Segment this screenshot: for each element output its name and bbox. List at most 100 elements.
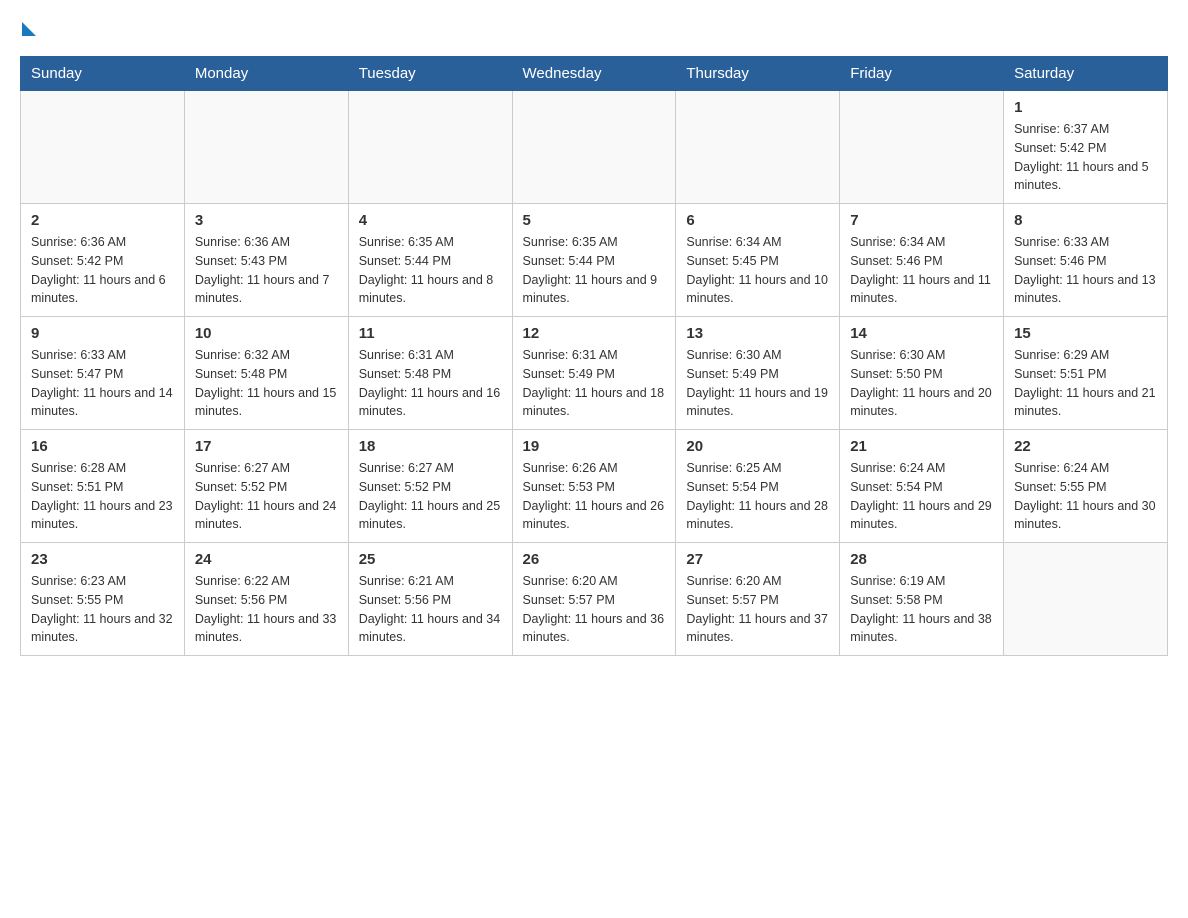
calendar-cell: 27 Sunrise: 6:20 AM Sunset: 5:57 PM Dayli… <box>676 543 840 656</box>
calendar-cell <box>184 91 348 204</box>
calendar-cell: 6 Sunrise: 6:34 AM Sunset: 5:45 PM Daylig… <box>676 204 840 317</box>
day-info: Sunrise: 6:22 AM Sunset: 5:56 PM Dayligh… <box>195 572 338 647</box>
calendar-cell: 1Sunrise: 6:37 AM Sunset: 5:42 PM Daylig… <box>1004 91 1168 204</box>
day-info: Sunrise: 6:31 AM Sunset: 5:49 PM Dayligh… <box>523 346 666 421</box>
calendar-cell: 15Sunrise: 6:29 AM Sunset: 5:51 PM Dayli… <box>1004 317 1168 430</box>
day-number: 28 <box>850 551 993 568</box>
day-number: 4 <box>359 212 502 229</box>
day-info: Sunrise: 6:35 AM Sunset: 5:44 PM Dayligh… <box>523 233 666 308</box>
day-info: Sunrise: 6:34 AM Sunset: 5:45 PM Dayligh… <box>686 233 829 308</box>
day-info: Sunrise: 6:30 AM Sunset: 5:50 PM Dayligh… <box>850 346 993 421</box>
calendar-cell: 8Sunrise: 6:33 AM Sunset: 5:46 PM Daylig… <box>1004 204 1168 317</box>
calendar-cell: 23 Sunrise: 6:23 AM Sunset: 5:55 PM Dayli… <box>21 543 185 656</box>
week-row-2: 2 Sunrise: 6:36 AM Sunset: 5:42 PM Daylig… <box>21 204 1168 317</box>
calendar-cell: 9Sunrise: 6:33 AM Sunset: 5:47 PM Daylig… <box>21 317 185 430</box>
weekday-header-wednesday: Wednesday <box>512 57 676 91</box>
weekday-header-thursday: Thursday <box>676 57 840 91</box>
calendar-cell: 17 Sunrise: 6:27 AM Sunset: 5:52 PM Dayli… <box>184 430 348 543</box>
calendar-cell <box>512 91 676 204</box>
day-number: 27 <box>686 551 829 568</box>
calendar-cell <box>1004 543 1168 656</box>
page-header <box>20 20 1168 46</box>
day-number: 2 <box>31 212 174 229</box>
day-number: 10 <box>195 325 338 342</box>
weekday-header-tuesday: Tuesday <box>348 57 512 91</box>
calendar-cell: 20 Sunrise: 6:25 AM Sunset: 5:54 PM Dayli… <box>676 430 840 543</box>
day-number: 1 <box>1014 99 1157 116</box>
day-info: Sunrise: 6:28 AM Sunset: 5:51 PM Dayligh… <box>31 459 174 534</box>
day-number: 22 <box>1014 438 1157 455</box>
day-info: Sunrise: 6:26 AM Sunset: 5:53 PM Dayligh… <box>523 459 666 534</box>
week-row-4: 16 Sunrise: 6:28 AM Sunset: 5:51 PM Dayli… <box>21 430 1168 543</box>
calendar-cell <box>21 91 185 204</box>
day-info: Sunrise: 6:20 AM Sunset: 5:57 PM Dayligh… <box>523 572 666 647</box>
day-number: 8 <box>1014 212 1157 229</box>
calendar-cell: 10 Sunrise: 6:32 AM Sunset: 5:48 PM Dayli… <box>184 317 348 430</box>
day-number: 6 <box>686 212 829 229</box>
calendar-cell: 2 Sunrise: 6:36 AM Sunset: 5:42 PM Daylig… <box>21 204 185 317</box>
day-number: 24 <box>195 551 338 568</box>
calendar-cell: 14 Sunrise: 6:30 AM Sunset: 5:50 PM Dayli… <box>840 317 1004 430</box>
calendar-cell: 7 Sunrise: 6:34 AM Sunset: 5:46 PM Daylig… <box>840 204 1004 317</box>
logo <box>20 20 36 46</box>
weekday-header-saturday: Saturday <box>1004 57 1168 91</box>
calendar-cell: 24 Sunrise: 6:22 AM Sunset: 5:56 PM Dayli… <box>184 543 348 656</box>
calendar-cell: 5Sunrise: 6:35 AM Sunset: 5:44 PM Daylig… <box>512 204 676 317</box>
calendar-cell <box>676 91 840 204</box>
calendar-header-row: SundayMondayTuesdayWednesdayThursdayFrid… <box>21 57 1168 91</box>
day-info: Sunrise: 6:30 AM Sunset: 5:49 PM Dayligh… <box>686 346 829 421</box>
day-info: Sunrise: 6:20 AM Sunset: 5:57 PM Dayligh… <box>686 572 829 647</box>
logo-general-text <box>20 20 36 46</box>
week-row-5: 23 Sunrise: 6:23 AM Sunset: 5:55 PM Dayli… <box>21 543 1168 656</box>
week-row-3: 9Sunrise: 6:33 AM Sunset: 5:47 PM Daylig… <box>21 317 1168 430</box>
day-info: Sunrise: 6:36 AM Sunset: 5:43 PM Dayligh… <box>195 233 338 308</box>
day-info: Sunrise: 6:25 AM Sunset: 5:54 PM Dayligh… <box>686 459 829 534</box>
day-info: Sunrise: 6:34 AM Sunset: 5:46 PM Dayligh… <box>850 233 993 308</box>
weekday-header-friday: Friday <box>840 57 1004 91</box>
calendar-cell: 25 Sunrise: 6:21 AM Sunset: 5:56 PM Dayli… <box>348 543 512 656</box>
day-info: Sunrise: 6:19 AM Sunset: 5:58 PM Dayligh… <box>850 572 993 647</box>
day-number: 3 <box>195 212 338 229</box>
day-number: 25 <box>359 551 502 568</box>
calendar-cell: 4 Sunrise: 6:35 AM Sunset: 5:44 PM Daylig… <box>348 204 512 317</box>
day-number: 16 <box>31 438 174 455</box>
day-number: 20 <box>686 438 829 455</box>
day-info: Sunrise: 6:24 AM Sunset: 5:55 PM Dayligh… <box>1014 459 1157 534</box>
day-number: 26 <box>523 551 666 568</box>
day-number: 13 <box>686 325 829 342</box>
calendar-cell: 22 Sunrise: 6:24 AM Sunset: 5:55 PM Dayli… <box>1004 430 1168 543</box>
day-info: Sunrise: 6:33 AM Sunset: 5:47 PM Dayligh… <box>31 346 174 421</box>
day-info: Sunrise: 6:36 AM Sunset: 5:42 PM Dayligh… <box>31 233 174 308</box>
day-info: Sunrise: 6:21 AM Sunset: 5:56 PM Dayligh… <box>359 572 502 647</box>
day-info: Sunrise: 6:31 AM Sunset: 5:48 PM Dayligh… <box>359 346 502 421</box>
calendar-cell: 3 Sunrise: 6:36 AM Sunset: 5:43 PM Daylig… <box>184 204 348 317</box>
calendar-cell <box>348 91 512 204</box>
calendar-table: SundayMondayTuesdayWednesdayThursdayFrid… <box>20 56 1168 656</box>
day-info: Sunrise: 6:29 AM Sunset: 5:51 PM Dayligh… <box>1014 346 1157 421</box>
day-info: Sunrise: 6:24 AM Sunset: 5:54 PM Dayligh… <box>850 459 993 534</box>
calendar-cell: 19 Sunrise: 6:26 AM Sunset: 5:53 PM Dayli… <box>512 430 676 543</box>
day-info: Sunrise: 6:27 AM Sunset: 5:52 PM Dayligh… <box>359 459 502 534</box>
calendar-cell: 26 Sunrise: 6:20 AM Sunset: 5:57 PM Dayli… <box>512 543 676 656</box>
day-info: Sunrise: 6:35 AM Sunset: 5:44 PM Dayligh… <box>359 233 502 308</box>
day-info: Sunrise: 6:32 AM Sunset: 5:48 PM Dayligh… <box>195 346 338 421</box>
day-number: 21 <box>850 438 993 455</box>
day-number: 23 <box>31 551 174 568</box>
weekday-header-sunday: Sunday <box>21 57 185 91</box>
calendar-cell: 18Sunrise: 6:27 AM Sunset: 5:52 PM Dayli… <box>348 430 512 543</box>
calendar-cell: 13 Sunrise: 6:30 AM Sunset: 5:49 PM Dayli… <box>676 317 840 430</box>
calendar-cell: 28 Sunrise: 6:19 AM Sunset: 5:58 PM Dayli… <box>840 543 1004 656</box>
day-number: 14 <box>850 325 993 342</box>
weekday-header-monday: Monday <box>184 57 348 91</box>
day-number: 17 <box>195 438 338 455</box>
calendar-cell <box>840 91 1004 204</box>
day-number: 7 <box>850 212 993 229</box>
day-info: Sunrise: 6:23 AM Sunset: 5:55 PM Dayligh… <box>31 572 174 647</box>
day-number: 19 <box>523 438 666 455</box>
day-info: Sunrise: 6:27 AM Sunset: 5:52 PM Dayligh… <box>195 459 338 534</box>
calendar-cell: 16 Sunrise: 6:28 AM Sunset: 5:51 PM Dayli… <box>21 430 185 543</box>
calendar-cell: 11 Sunrise: 6:31 AM Sunset: 5:48 PM Dayli… <box>348 317 512 430</box>
calendar-cell: 21 Sunrise: 6:24 AM Sunset: 5:54 PM Dayli… <box>840 430 1004 543</box>
day-number: 11 <box>359 325 502 342</box>
day-number: 12 <box>523 325 666 342</box>
